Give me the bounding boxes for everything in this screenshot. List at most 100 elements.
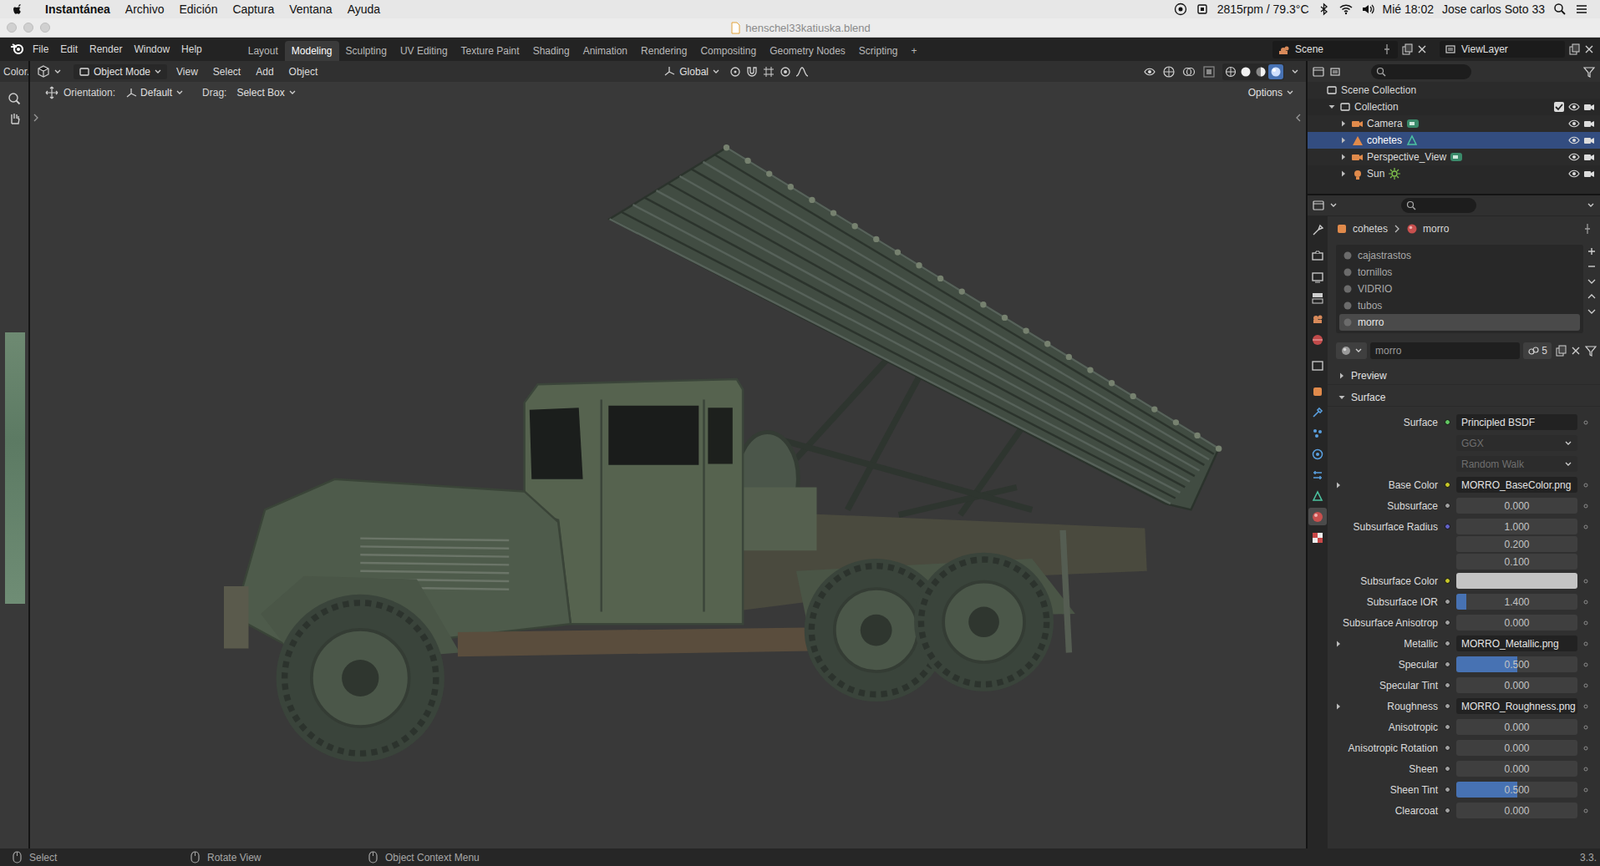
move-up-icon[interactable]: [1586, 291, 1597, 302]
panel-header[interactable]: Preview: [1327, 366, 1600, 386]
value-slider[interactable]: 0.000: [1456, 740, 1578, 757]
bluetooth-icon[interactable]: [1317, 2, 1331, 16]
display-mode-icon[interactable]: [1329, 66, 1341, 78]
menu-item[interactable]: Render: [83, 40, 128, 58]
properties-tab[interactable]: [1308, 424, 1327, 442]
delete-view-layer-icon[interactable]: [1583, 43, 1595, 56]
outliner-search[interactable]: [1371, 64, 1472, 80]
menu-item[interactable]: Captura: [232, 2, 275, 16]
dropdown-icon[interactable]: [1586, 201, 1595, 210]
move-down-icon[interactable]: [1586, 306, 1597, 317]
properties-tab[interactable]: [1308, 309, 1327, 328]
menu-item[interactable]: Ayuda: [347, 2, 381, 16]
overlay-icon[interactable]: [1182, 65, 1196, 79]
properties-tab[interactable]: [1308, 487, 1327, 505]
editor-type-icon[interactable]: [1312, 66, 1325, 78]
socket-dot[interactable]: [1444, 482, 1451, 488]
value-slider[interactable]: 0.000: [1456, 802, 1578, 819]
camera-data-icon[interactable]: [1449, 150, 1463, 164]
add-slot-icon[interactable]: [1586, 246, 1597, 257]
shading-button[interactable]: [1268, 64, 1284, 80]
delete-scene-icon[interactable]: [1416, 43, 1428, 56]
socket-dot[interactable]: [1444, 682, 1451, 689]
clock[interactable]: Mié 18:02: [1382, 2, 1434, 16]
dropdown-icon[interactable]: [53, 67, 62, 77]
menu-item[interactable]: Help: [175, 40, 209, 58]
eye-icon[interactable]: [1568, 134, 1580, 147]
slot-name[interactable]: tornillos: [1357, 266, 1392, 279]
outliner-row[interactable]: Collection: [1307, 98, 1600, 116]
keyframe-icon[interactable]: [1581, 744, 1590, 753]
socket-dot[interactable]: [1444, 807, 1451, 814]
number-field[interactable]: 1.000: [1456, 518, 1578, 535]
row-name[interactable]: Sun: [1366, 167, 1385, 180]
color-swatch[interactable]: [1456, 573, 1578, 590]
list-icon[interactable]: [1574, 2, 1589, 16]
duplicate-icon[interactable]: [1554, 345, 1567, 357]
render-camera-icon[interactable]: [1583, 134, 1595, 147]
workspace-tab[interactable]: Compositing: [693, 40, 763, 61]
sidebar-toggle-icon[interactable]: [1294, 112, 1303, 123]
slider-value[interactable]: 0.000: [1503, 805, 1529, 818]
users-button[interactable]: 5: [1523, 342, 1552, 360]
workspace-tab[interactable]: Shading: [526, 40, 577, 61]
render-camera-icon[interactable]: [1583, 117, 1595, 130]
viewport-menu[interactable]: View: [170, 64, 204, 80]
slider-value[interactable]: 0.000: [1503, 500, 1529, 513]
panel-header[interactable]: Surface: [1327, 388, 1600, 407]
keyframe-icon[interactable]: [1581, 577, 1590, 586]
workspace-tab[interactable]: UV Editing: [393, 40, 455, 61]
shading-button[interactable]: [1238, 64, 1254, 80]
value-slider[interactable]: 0.000: [1456, 497, 1578, 514]
panel-title[interactable]: Surface: [1351, 391, 1386, 404]
keyframe-icon[interactable]: [1581, 418, 1590, 427]
material-name-field[interactable]: morro: [1370, 342, 1520, 360]
viewport-canvas[interactable]: [30, 102, 1306, 849]
orientation-dropdown[interactable]: Global: [658, 63, 726, 80]
material-slot[interactable]: cajastrastos: [1339, 247, 1580, 265]
mode-dropdown[interactable]: Object Mode: [73, 64, 168, 80]
properties-tab[interactable]: [1308, 466, 1327, 484]
viewport-menu[interactable]: Object: [283, 64, 325, 80]
collapsed-arrow-icon[interactable]: [1339, 152, 1348, 162]
slot-name[interactable]: cajastrastos: [1357, 249, 1412, 262]
remove-slot-icon[interactable]: [1586, 261, 1597, 272]
keyframe-icon[interactable]: [1581, 523, 1590, 532]
options-label[interactable]: Options: [1248, 86, 1283, 99]
dropdown-icon[interactable]: [1329, 201, 1338, 210]
properties-tab[interactable]: [1308, 330, 1327, 349]
workspace-tab[interactable]: Scripting: [852, 40, 905, 61]
properties-tab[interactable]: [1308, 528, 1327, 547]
zoom-icon[interactable]: [7, 91, 21, 106]
expand-arrow-icon[interactable]: [1334, 640, 1343, 649]
properties-tab[interactable]: [1308, 268, 1327, 286]
control-center-icon[interactable]: [1173, 2, 1188, 16]
number-field[interactable]: 0.200: [1456, 536, 1578, 553]
socket-dot[interactable]: [1444, 787, 1451, 793]
expanded-arrow-icon[interactable]: [1327, 102, 1336, 112]
texture-field[interactable]: MORRO_BaseColor.png: [1456, 477, 1578, 493]
properties-tab[interactable]: [1308, 356, 1327, 375]
slider-value[interactable]: 0.000: [1503, 721, 1529, 734]
hand-icon[interactable]: [7, 111, 21, 126]
render-camera-icon[interactable]: [1583, 167, 1595, 180]
add-workspace-button[interactable]: +: [904, 40, 925, 61]
row-name[interactable]: Collection: [1354, 101, 1550, 113]
expand-arrow-icon[interactable]: [1334, 702, 1343, 712]
slot-name[interactable]: tubos: [1357, 299, 1382, 312]
properties-tab[interactable]: [1308, 221, 1327, 239]
number-value[interactable]: 0.200: [1503, 538, 1529, 551]
gizmo-icon[interactable]: [1162, 65, 1176, 79]
sensor-reading[interactable]: 2815rpm / 79.3°C: [1217, 2, 1310, 16]
mode-label[interactable]: Object Mode: [93, 66, 151, 78]
keyframe-icon[interactable]: [1581, 640, 1590, 649]
unlink-icon[interactable]: [1569, 345, 1582, 357]
socket-dot[interactable]: [1444, 661, 1451, 668]
row-name[interactable]: Camera: [1366, 117, 1403, 130]
dropdown-icon[interactable]: [1290, 67, 1300, 77]
scene-name[interactable]: Scene: [1295, 43, 1377, 56]
new-scene-icon[interactable]: [1401, 43, 1413, 56]
socket-dot[interactable]: [1444, 523, 1451, 530]
outliner-row[interactable]: cohetes: [1307, 132, 1600, 149]
view-layer-field[interactable]: ViewLayer: [1439, 40, 1565, 58]
